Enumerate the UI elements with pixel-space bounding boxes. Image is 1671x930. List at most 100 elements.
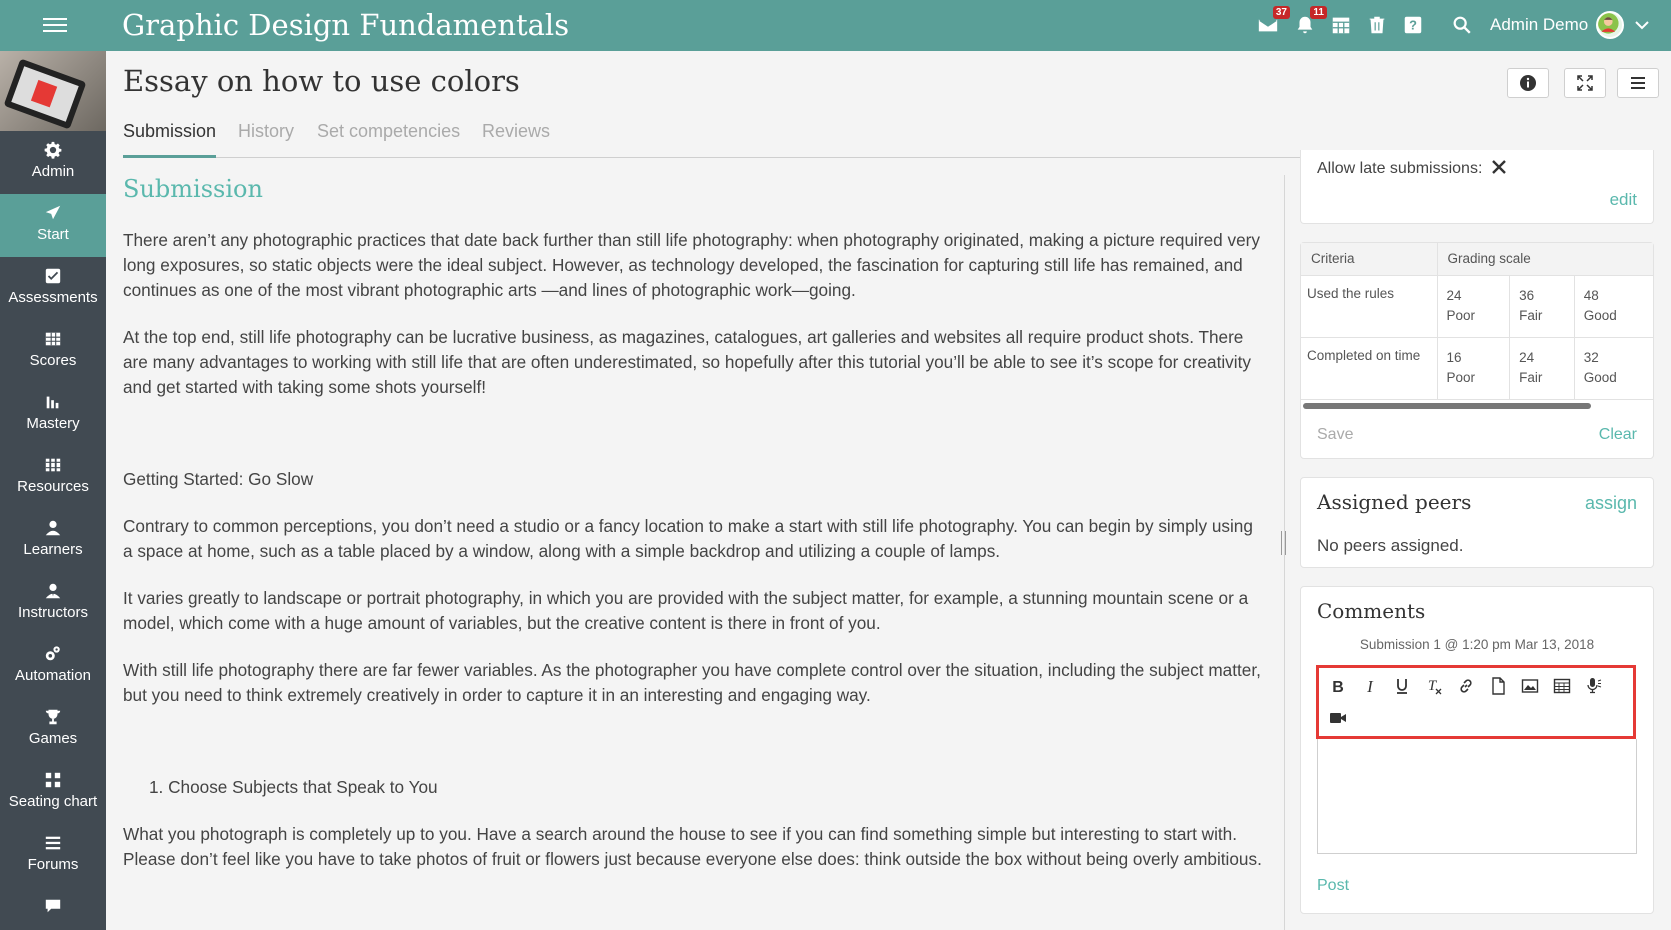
bar-chart-icon <box>46 396 59 409</box>
trophy-icon <box>45 709 61 725</box>
x-icon <box>1492 160 1506 174</box>
comments-card: Comments Submission 1 @ 1:20 pm Mar 13, … <box>1300 586 1654 914</box>
grading-scale-header: Grading scale <box>1436 243 1653 276</box>
info-button[interactable] <box>1507 68 1549 98</box>
bell-icon[interactable]: 11 <box>1291 6 1327 39</box>
sidebar-item-forums[interactable]: Forums <box>0 824 106 887</box>
sidebar-item-mastery[interactable]: Mastery <box>0 383 106 446</box>
sidebar-item-seating-chart[interactable]: Seating chart <box>0 761 106 824</box>
menu-button[interactable] <box>1617 68 1659 98</box>
rubric-level-cell[interactable]: 36 Fair <box>1509 275 1575 338</box>
file-icon <box>1492 677 1505 695</box>
tab-set-competencies[interactable]: Set competencies <box>317 120 460 158</box>
table-icon <box>45 332 61 346</box>
sidebar-item-label: Games <box>28 730 78 747</box>
sidebar-item-assessments[interactable]: Assessments <box>0 257 106 320</box>
paragraph: Contrary to common perceptions, you don’… <box>123 516 1253 561</box>
sidebar-item-label: Forums <box>27 856 79 873</box>
link-button[interactable] <box>1453 673 1479 699</box>
sidebar-item-label: Instructors <box>17 604 89 621</box>
sidebar-item-admin[interactable]: Admin <box>0 131 106 194</box>
underline-button[interactable] <box>1389 673 1415 699</box>
table-row: Completed on time 16 Poor 24 Fair 32 Good <box>1301 337 1653 400</box>
peers-title: Assigned peers <box>1317 490 1472 514</box>
sidebar-item-automation[interactable]: Automation <box>0 635 106 698</box>
sidebar-item-resources[interactable]: Resources <box>0 446 106 509</box>
assign-link[interactable]: assign <box>1585 493 1637 514</box>
fullscreen-button[interactable] <box>1564 68 1606 98</box>
sidebar-item-label: Learners <box>23 541 83 558</box>
svg-text:?: ? <box>1409 18 1417 33</box>
clear-button[interactable]: Clear <box>1599 426 1637 444</box>
fullscreen-icon <box>1577 75 1593 91</box>
sidebar-item-label: Automation <box>15 667 91 684</box>
svg-text:T: T <box>1428 678 1438 694</box>
criteria-header: Criteria <box>1301 243 1437 276</box>
tab-reviews[interactable]: Reviews <box>482 120 550 158</box>
sidebar: Admin Start Assessments Scores Mastery R… <box>0 51 106 930</box>
editor-toolbar: B I T <box>1316 665 1636 739</box>
table-button[interactable] <box>1549 673 1575 699</box>
bold-button[interactable]: B <box>1325 673 1351 699</box>
file-button[interactable] <box>1485 673 1511 699</box>
sidebar-item-start[interactable]: Start <box>0 194 106 257</box>
messages-icon[interactable]: 37 <box>1254 6 1290 39</box>
comment-editor[interactable] <box>1317 739 1637 854</box>
post-button[interactable]: Post <box>1317 877 1349 895</box>
image-icon <box>1521 679 1539 693</box>
microphone-button[interactable] <box>1581 673 1607 699</box>
messages-badge: 37 <box>1272 6 1290 19</box>
criterion-name: Completed on time <box>1301 337 1437 400</box>
sidebar-item-instructors[interactable]: Instructors <box>0 572 106 635</box>
calendar-icon[interactable] <box>1327 11 1355 39</box>
rubric-level-cell[interactable]: 16 Poor <box>1436 337 1510 400</box>
tab-history[interactable]: History <box>238 120 294 158</box>
video-button[interactable] <box>1325 705 1351 731</box>
top-bar: Graphic Design Fundamentals 37 11 ? Admi… <box>0 0 1671 51</box>
paragraph: With still life photography there are fa… <box>123 660 1261 705</box>
help-icon[interactable]: ? <box>1399 11 1427 39</box>
horizontal-scrollbar[interactable] <box>1303 403 1591 409</box>
image-button[interactable] <box>1517 673 1543 699</box>
underline-icon <box>1397 679 1407 694</box>
rubric-level-cell[interactable]: 32 Good <box>1573 337 1653 400</box>
trash-icon[interactable] <box>1363 11 1391 39</box>
resize-handle[interactable] <box>1279 531 1289 555</box>
menu-icon[interactable] <box>43 14 67 36</box>
user-name[interactable]: Admin Demo <box>1490 15 1588 35</box>
sidebar-item-learners[interactable]: Learners <box>0 509 106 572</box>
app-title: Graphic Design Fundamentals <box>122 8 570 42</box>
info-icon <box>1520 75 1536 91</box>
sidebar-item-chat[interactable] <box>0 887 106 930</box>
avatar[interactable] <box>1596 11 1624 39</box>
peers-empty-text: No peers assigned. <box>1317 536 1464 555</box>
rubric-level-cell[interactable]: 48 Good <box>1573 275 1653 338</box>
svg-text:I: I <box>1366 677 1374 695</box>
sidebar-item-scores[interactable]: Scores <box>0 320 106 383</box>
tab-submission[interactable]: Submission <box>123 120 217 158</box>
assigned-peers-card: Assigned peers assign No peers assigned. <box>1300 477 1654 568</box>
svg-text:B: B <box>1332 679 1344 695</box>
search-icon[interactable] <box>1448 11 1476 39</box>
chevron-down-icon[interactable] <box>1633 16 1651 34</box>
course-thumbnail[interactable] <box>0 51 106 131</box>
comments-subtitle: Submission 1 @ 1:20 pm Mar 13, 2018 <box>1359 637 1595 652</box>
paragraph: At the top end, still life photography c… <box>123 327 1251 397</box>
rubric-table: Criteria Grading scale Used the rules 24… <box>1301 243 1653 400</box>
table-icon <box>1553 678 1571 694</box>
sidebar-item-label: Seating chart <box>8 793 98 810</box>
page-title: Essay on how to use colors <box>123 64 520 98</box>
bold-icon: B <box>1332 679 1344 695</box>
rubric-level-cell[interactable]: 24 Fair <box>1509 337 1575 400</box>
save-button[interactable]: Save <box>1317 426 1353 444</box>
comments-title: Comments <box>1317 599 1426 623</box>
clear-format-button[interactable]: T <box>1421 673 1447 699</box>
rubric-level-cell[interactable]: 24 Poor <box>1436 275 1510 338</box>
sidebar-item-label: Mastery <box>26 415 80 432</box>
instructor-icon <box>45 583 61 599</box>
paragraph: There aren’t any photographic practices … <box>123 230 1260 300</box>
italic-button[interactable]: I <box>1357 673 1383 699</box>
edit-link[interactable]: edit <box>1610 190 1637 210</box>
sidebar-item-games[interactable]: Games <box>0 698 106 761</box>
cogs-icon <box>45 646 60 661</box>
